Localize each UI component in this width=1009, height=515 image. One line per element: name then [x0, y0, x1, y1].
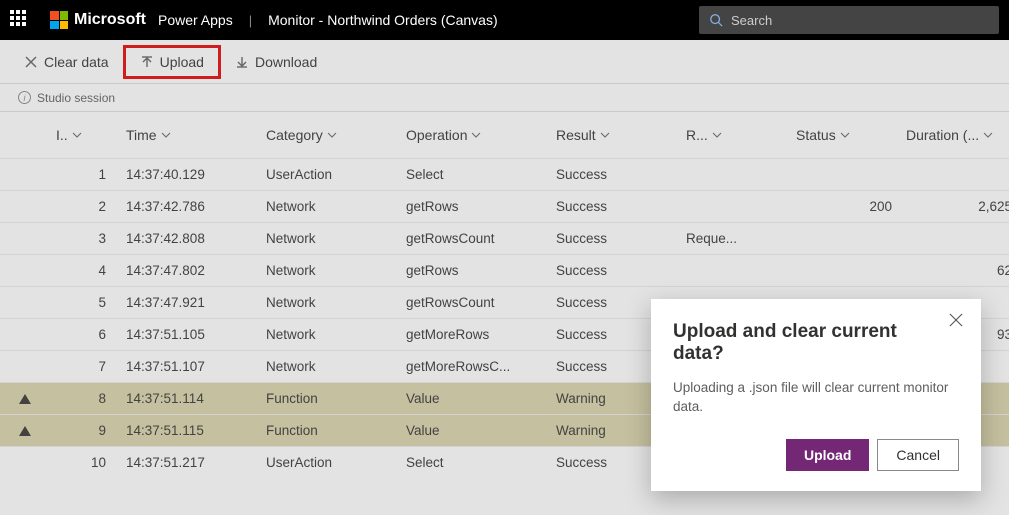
page-title: Monitor - Northwind Orders (Canvas)	[268, 12, 498, 28]
dialog-close-button[interactable]	[949, 313, 967, 331]
dialog-body: Uploading a .json file will clear curren…	[673, 379, 959, 417]
brand-label: Microsoft	[74, 11, 146, 29]
dialog-title: Upload and clear current data?	[673, 321, 959, 365]
separator: |	[249, 13, 252, 28]
search-icon	[709, 13, 723, 27]
close-icon	[949, 313, 963, 327]
dialog-cancel-button[interactable]: Cancel	[877, 439, 959, 471]
search-input[interactable]	[731, 13, 989, 28]
app-launcher-icon[interactable]	[10, 10, 30, 30]
app-header: Microsoft Power Apps | Monitor - Northwi…	[0, 0, 1009, 40]
brand: Microsoft	[50, 11, 146, 29]
app-name[interactable]: Power Apps	[158, 12, 233, 28]
upload-dialog: Upload and clear current data? Uploading…	[651, 299, 981, 491]
dialog-actions: Upload Cancel	[673, 439, 959, 471]
microsoft-logo-icon	[50, 11, 68, 29]
dialog-upload-button[interactable]: Upload	[786, 439, 869, 471]
search-box[interactable]	[699, 6, 999, 34]
